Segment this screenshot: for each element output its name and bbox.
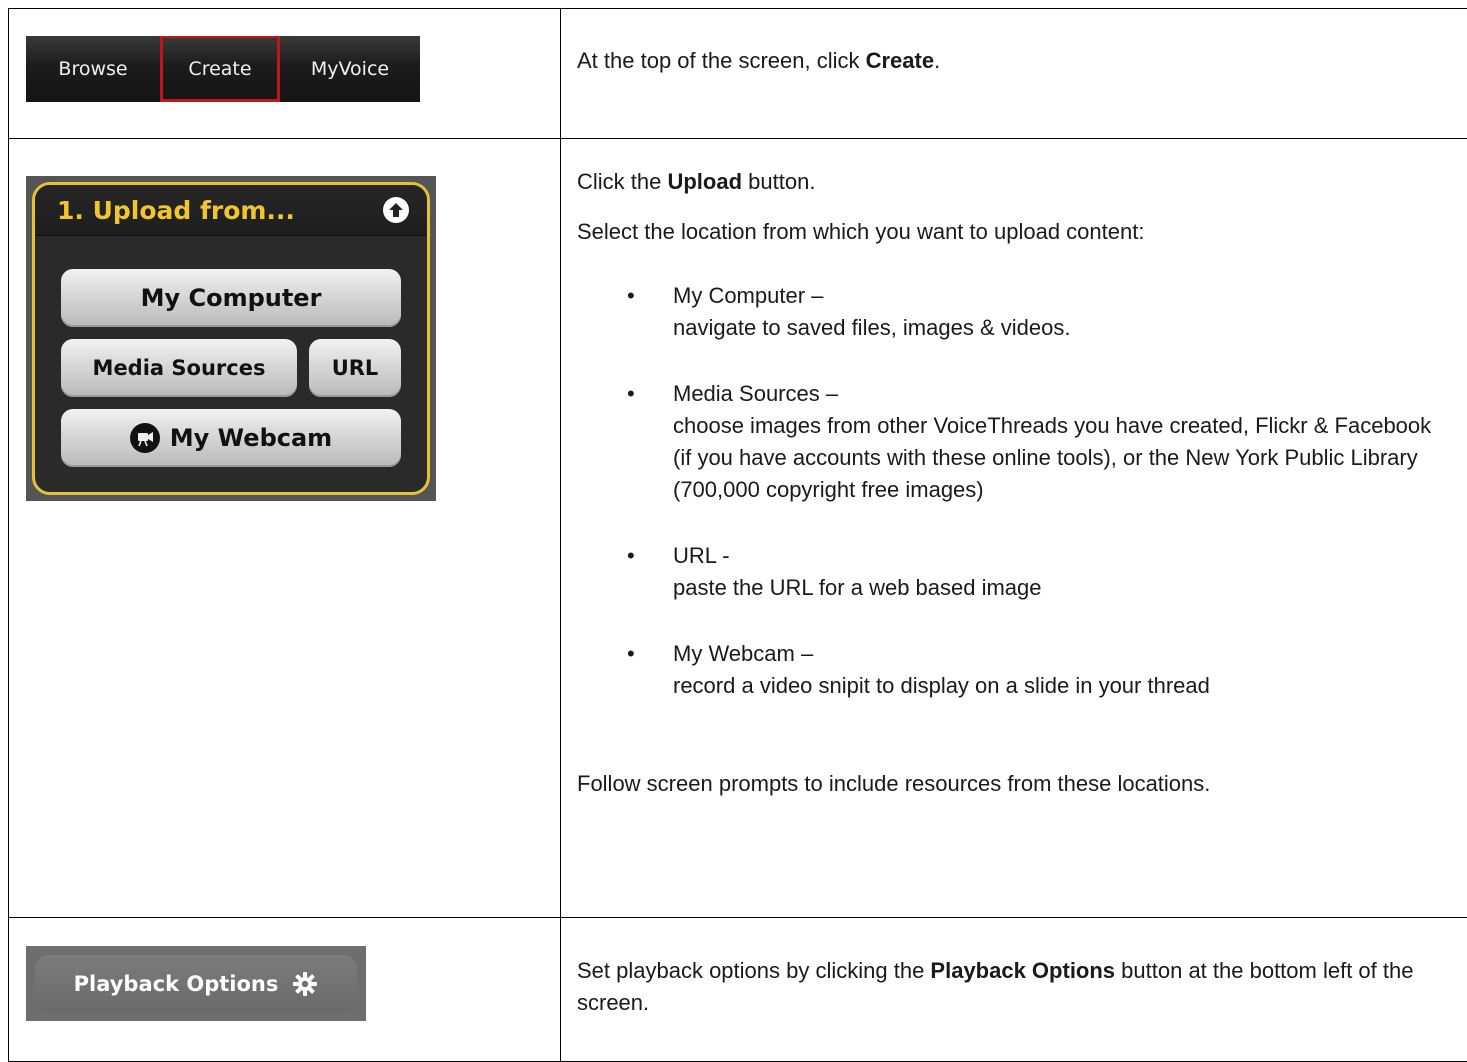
my-webcam-button[interactable]: My Webcam [61,409,401,467]
instruction-text: Click the Upload button. [577,166,1454,198]
playback-options-label: Playback Options [74,972,279,996]
media-sources-button[interactable]: Media Sources [61,339,297,397]
voicethread-navbar: Browse Create MyVoice [26,36,420,102]
url-button[interactable]: URL [309,339,401,397]
location-list: My Computer – navigate to saved files, i… [577,280,1454,702]
playback-options-button[interactable]: Playback Options [35,955,357,1012]
create-tab[interactable]: Create [160,36,280,102]
list-item: My Computer – navigate to saved files, i… [577,280,1454,344]
list-item: Media Sources – choose images from other… [577,378,1454,506]
upload-panel: 1. Upload from... My Computer Media Sour… [26,176,436,501]
instruction-text: At the top of the screen, click Create. [577,45,1454,77]
text-cell: Set playback options by clicking the Pla… [561,918,1467,1062]
instruction-text: Set playback options by clicking the Pla… [577,955,1454,1019]
instruction-text: Select the location from which you want … [577,216,1454,248]
text-cell: Click the Upload button. Select the loca… [561,139,1467,918]
arrow-up-icon[interactable] [383,197,409,223]
browse-tab[interactable]: Browse [26,36,160,102]
instruction-text: Follow screen prompts to include resourc… [577,768,1454,800]
myvoice-tab[interactable]: MyVoice [280,36,420,102]
my-webcam-label: My Webcam [170,424,332,452]
upload-title: 1. Upload from... [57,196,295,225]
gear-icon [292,971,318,997]
text-cell: At the top of the screen, click Create. [561,9,1467,139]
list-item: URL - paste the URL for a web based imag… [577,540,1454,604]
list-item: My Webcam – record a video snipit to dis… [577,638,1454,702]
instruction-table: At the top of the screen, click Create. … [8,8,1467,1062]
webcam-icon [130,423,160,453]
upload-header[interactable]: 1. Upload from... [35,185,427,236]
my-computer-button[interactable]: My Computer [61,269,401,327]
upload-panel-frame: 1. Upload from... My Computer Media Sour… [32,182,430,495]
playback-options-panel: Playback Options [26,946,366,1021]
